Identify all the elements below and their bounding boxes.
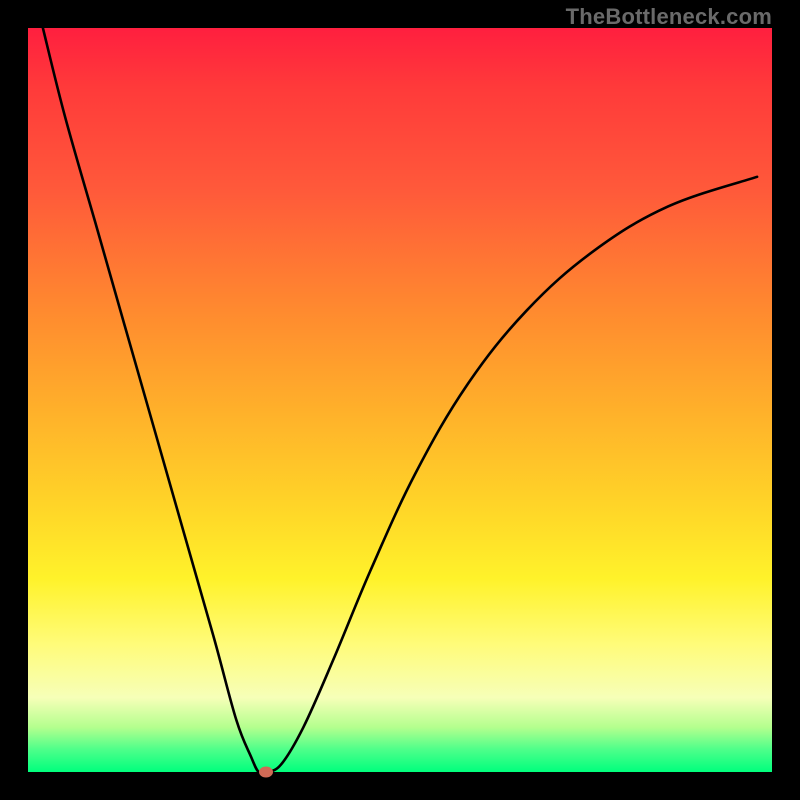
chart-frame: TheBottleneck.com <box>0 0 800 800</box>
minimum-marker <box>259 767 273 778</box>
plot-area <box>28 28 772 772</box>
curve-svg <box>28 28 772 772</box>
watermark-text: TheBottleneck.com <box>566 4 772 30</box>
bottleneck-curve-path <box>43 28 757 772</box>
